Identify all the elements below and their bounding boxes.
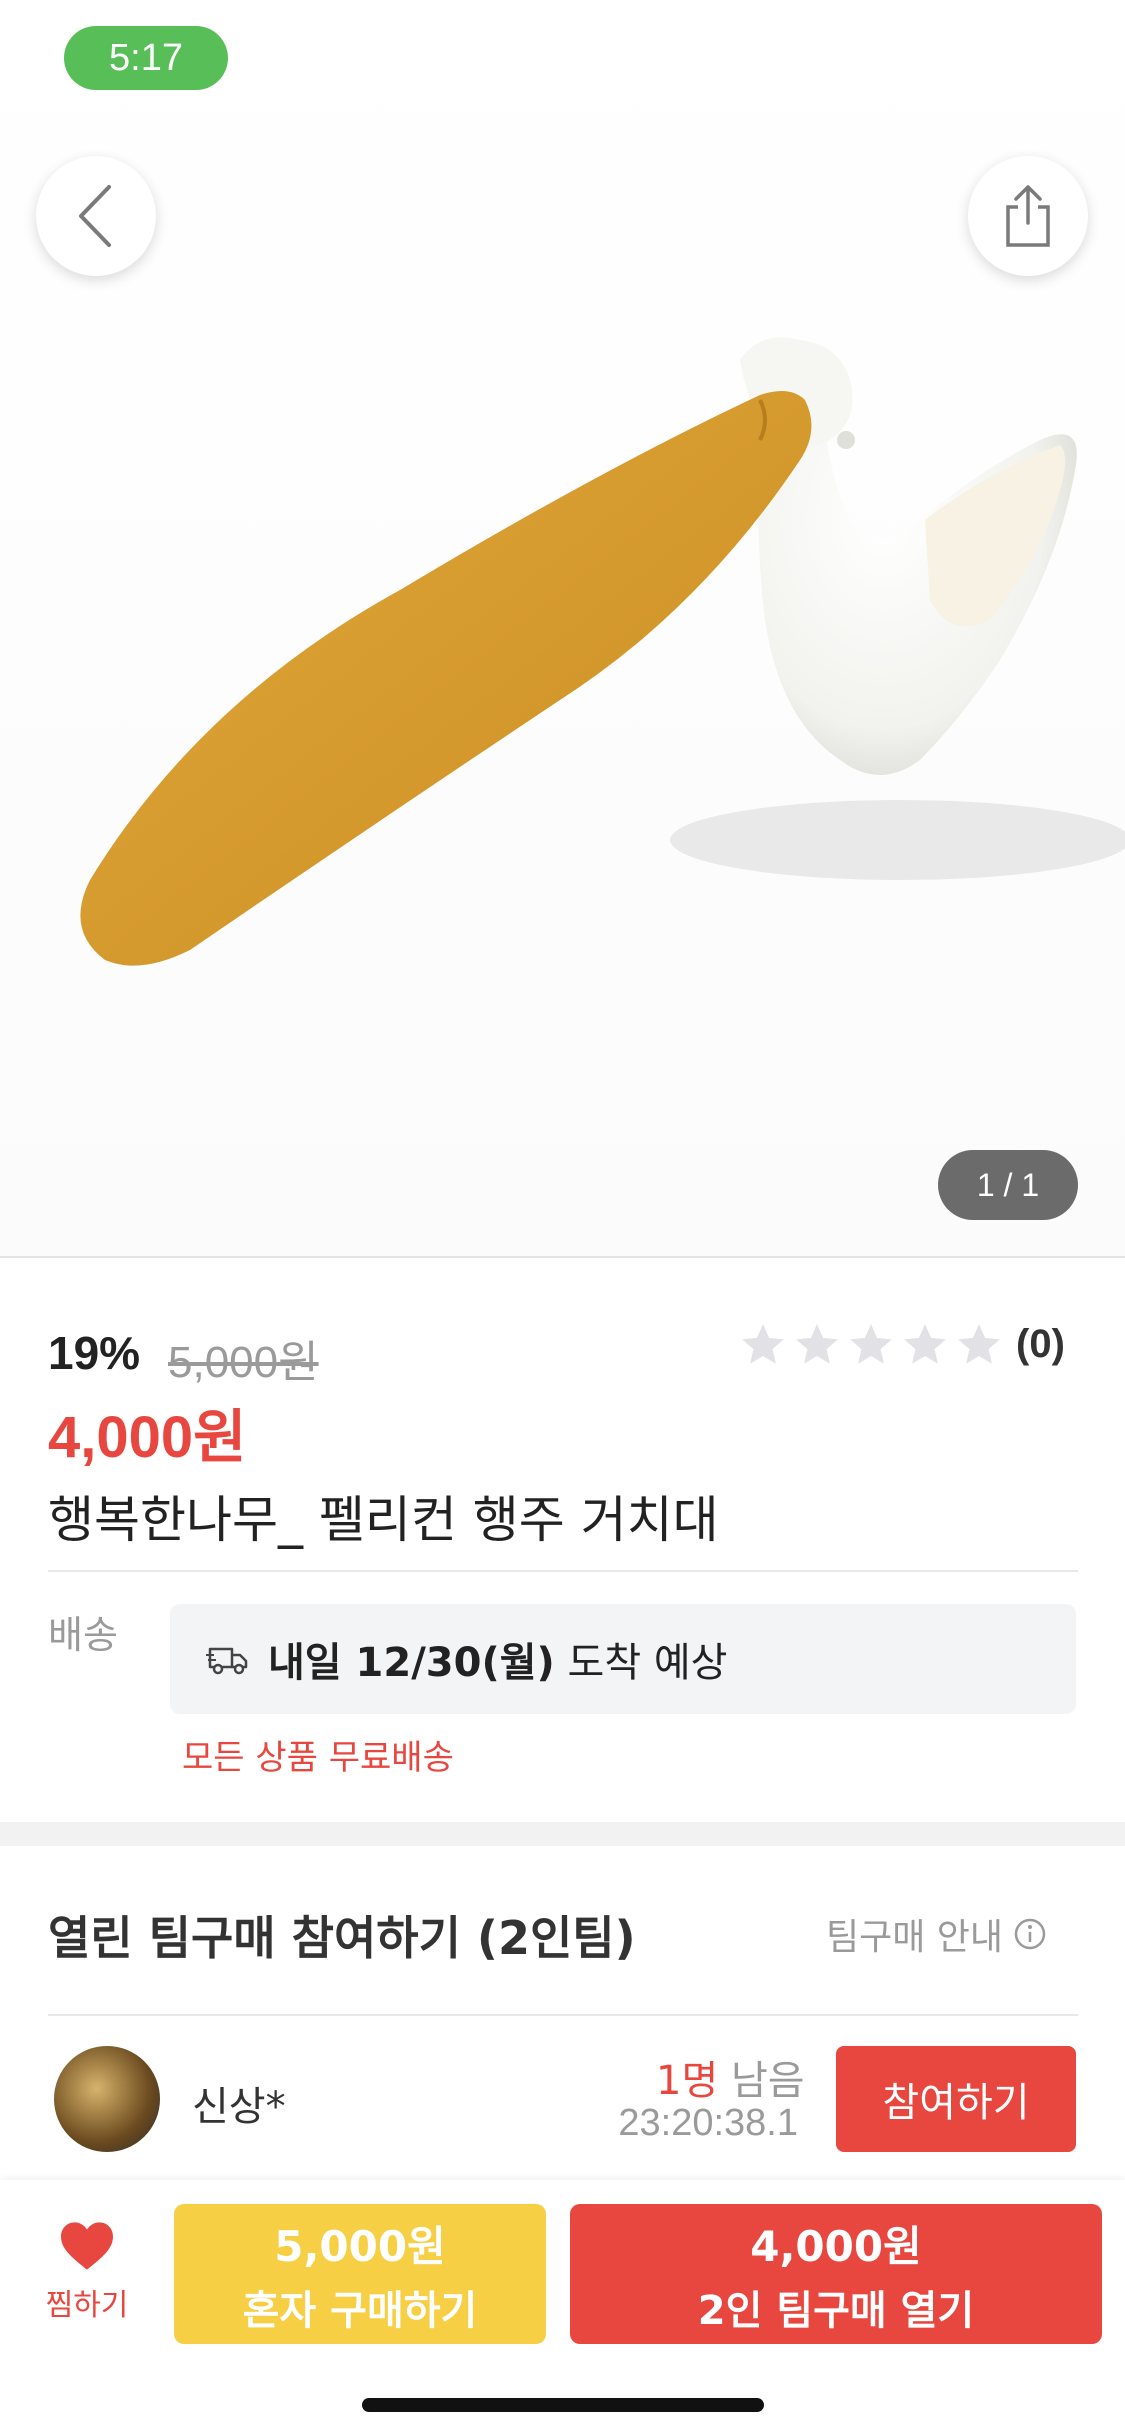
wish-button[interactable]: 찜하기 [34, 2220, 140, 2324]
star-icon [796, 1324, 838, 1364]
wish-label: 찜하기 [45, 2288, 129, 2323]
sale-price: 4,000원 [48, 1405, 247, 1470]
back-button[interactable] [36, 156, 156, 276]
join-team-button[interactable]: 참여하기 [836, 2046, 1076, 2152]
rating-stars[interactable] [738, 1320, 1004, 1370]
team-guide-label: 팀구매 안내 [826, 1917, 1004, 1958]
share-button[interactable] [968, 156, 1088, 276]
rating-count[interactable]: (0) [1016, 1322, 1065, 1367]
image-counter: 1 / 1 [938, 1150, 1078, 1220]
section-divider [0, 1822, 1125, 1846]
divider [0, 1256, 1125, 1258]
discount-rate: 19% [48, 1327, 141, 1379]
star-icon [958, 1324, 1000, 1364]
shipping-info-box: 내일 12/30(월) 도착 예상 [170, 1604, 1076, 1714]
shipping-arrival: 내일 12/30(월) 도착 예상 [268, 1630, 727, 1688]
chevron-left-icon [79, 185, 111, 247]
truck-icon [206, 1647, 248, 1675]
share-icon [1006, 185, 1050, 247]
free-shipping-notice: 모든 상품 무료배송 [182, 1738, 454, 1778]
avatar [54, 2046, 160, 2152]
status-time: 5:17 [109, 36, 183, 79]
product-image [80, 337, 1125, 966]
buy-alone-price: 5,000원 [274, 2221, 446, 2271]
divider [48, 2014, 1078, 2016]
heart-icon [61, 2222, 113, 2270]
original-price: 5,000원 [168, 1338, 319, 1387]
status-time-pill: 5:17 [64, 26, 228, 90]
product-title: 행복한나무_ 펠리컨 행주 거치대 [48, 1491, 719, 1549]
divider [48, 1570, 1078, 1572]
star-icon [742, 1324, 784, 1364]
star-icon [904, 1324, 946, 1364]
team-buy-price: 4,000원 [750, 2221, 922, 2271]
product-image-area[interactable] [0, 0, 1125, 1256]
team-guide-link[interactable]: 팀구매 안내 [826, 1908, 1047, 1960]
home-indicator[interactable] [362, 2398, 764, 2412]
remaining-count: 1명 [656, 2058, 719, 2104]
team-timer: 23:20:38.1 [618, 2102, 798, 2144]
star-icon [850, 1324, 892, 1364]
join-team-label: 참여하기 [882, 2080, 1030, 2126]
image-counter-text: 1 / 1 [976, 1166, 1040, 1203]
team-section-title: 열린 팀구매 참여하기 (2인팀) [48, 1911, 636, 1965]
shipping-label: 배송 [48, 1613, 118, 1657]
remaining-label: 남음 [718, 2058, 805, 2104]
info-icon [1014, 1918, 1046, 1950]
team-buy-label: 2인 팀구매 열기 [697, 2287, 975, 2334]
shipping-arrival-suffix: 도착 예상 [554, 1640, 728, 1686]
buy-alone-label: 혼자 구매하기 [242, 2287, 478, 2334]
buy-alone-button[interactable]: 5,000원 혼자 구매하기 [174, 2204, 546, 2344]
shipping-arrival-date: 내일 12/30(월) [268, 1640, 555, 1686]
open-team-buy-button[interactable]: 4,000원 2인 팀구매 열기 [570, 2204, 1102, 2344]
team-remaining: 1명 남음 [656, 2048, 805, 2106]
team-user-name: 신상* [192, 2084, 286, 2130]
